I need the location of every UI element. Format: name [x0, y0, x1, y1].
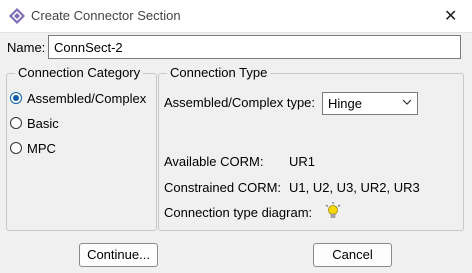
radio-label: MPC — [27, 140, 56, 156]
chevron-down-icon — [402, 99, 412, 105]
name-input[interactable] — [48, 35, 461, 59]
close-icon: ✕ — [444, 8, 458, 25]
radio-button[interactable] — [10, 117, 22, 129]
type-label: Assembled/Complex type: — [164, 95, 316, 110]
type-select[interactable]: Hinge — [322, 92, 418, 115]
radio-mpc[interactable]: MPC — [10, 139, 56, 157]
diagram-label: Connection type diagram: — [164, 205, 313, 220]
available-corm-value: UR1 — [289, 154, 316, 169]
available-corm-label: Available CORM: — [164, 154, 264, 169]
radio-basic[interactable]: Basic — [10, 114, 59, 132]
constrained-corm-label: Constrained CORM: — [164, 180, 282, 195]
radio-button-checked[interactable] — [10, 92, 22, 104]
title-bar: Create Connector Section ✕ — [0, 0, 472, 33]
radio-button[interactable] — [10, 142, 22, 154]
window-title: Create Connector Section — [31, 8, 181, 23]
connection-type-group: Connection Type Assembled/Complex type: … — [158, 65, 464, 231]
constrained-corm-value: U1, U2, U3, UR2, UR3 — [289, 180, 420, 195]
radio-label: Basic — [27, 115, 59, 131]
radio-label: Assembled/Complex — [27, 90, 147, 106]
connection-type-legend: Connection Type — [167, 65, 271, 80]
cancel-button[interactable]: Cancel — [313, 243, 392, 267]
name-label: Name: — [7, 40, 46, 55]
continue-button[interactable]: Continue... — [79, 243, 158, 267]
close-button[interactable]: ✕ — [432, 0, 472, 32]
connection-category-group: Connection Category Assembled/Complex Ba… — [6, 65, 157, 231]
lightbulb-icon[interactable] — [325, 202, 341, 220]
app-icon — [9, 8, 25, 24]
connection-category-legend: Connection Category — [15, 65, 144, 80]
radio-assembled-complex[interactable]: Assembled/Complex — [10, 89, 146, 107]
type-select-value: Hinge — [328, 96, 362, 111]
